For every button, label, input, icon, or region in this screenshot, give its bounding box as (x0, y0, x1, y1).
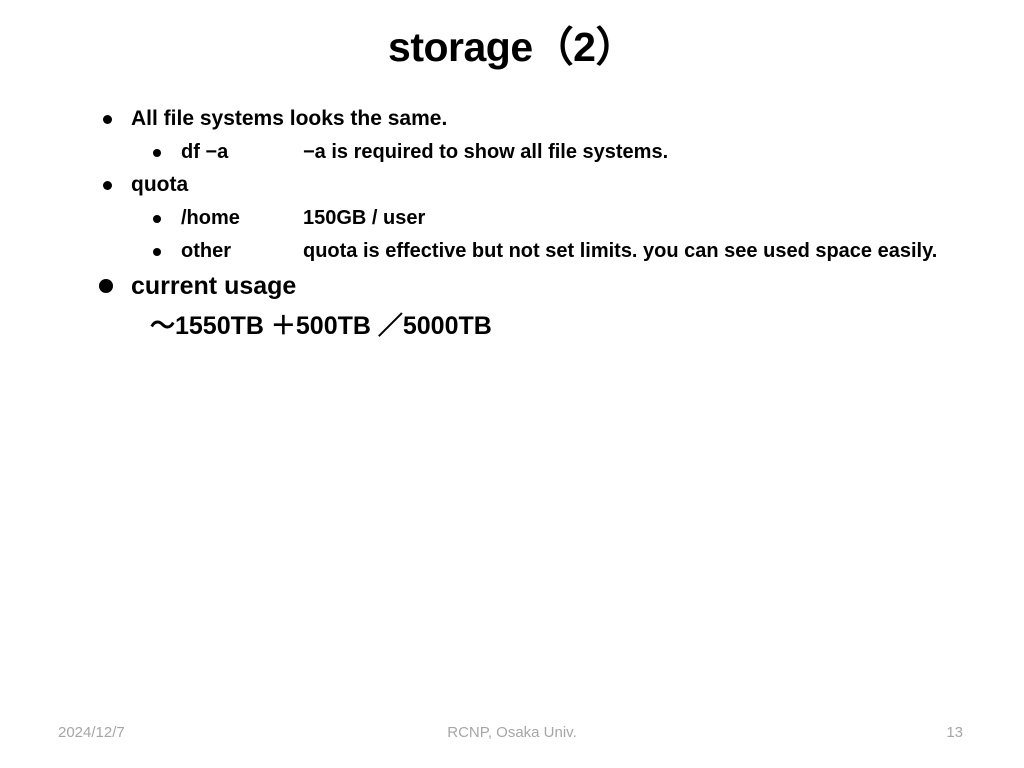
list-item-label: /home (181, 207, 240, 229)
list-item-label: quota (131, 173, 189, 196)
page-title: storage（2） (388, 24, 636, 70)
list-item-detail: 150GB / user (303, 207, 426, 229)
list-item-label: current usage (131, 272, 297, 300)
usage-figures-text: ～1550TB ＋500TB ／5000TB (150, 312, 492, 340)
list-item: quota (0, 170, 1024, 203)
list-item-label: All file systems looks the same. (131, 107, 448, 130)
list-item-current-usage: current usage (0, 269, 1024, 309)
footer-page-number: 13 (946, 724, 963, 741)
usage-figures-row: ～1550TB ＋500TB ／5000TB (0, 309, 1024, 349)
list-item: other quota is effective but not set lim… (0, 236, 1024, 269)
bullet-dot-icon (99, 279, 113, 293)
list-item-label: other (181, 240, 231, 262)
bullet-dot-icon (103, 181, 112, 190)
list-item-detail: quota is effective but not set limits. y… (303, 240, 938, 262)
list-item: /home 150GB / user (0, 203, 1024, 236)
bullet-dot-icon (103, 115, 112, 124)
bullet-dot-icon (153, 149, 161, 157)
list-item: All file systems looks the same. (0, 104, 1024, 137)
list-item-detail: −a is required to show all file systems. (303, 141, 669, 163)
bullet-dot-icon (153, 215, 161, 223)
slide: storage（2） All file systems looks the sa… (0, 0, 1024, 768)
list-item-label: df −a (181, 141, 229, 163)
bullet-dot-icon (153, 248, 161, 256)
footer-organization: RCNP, Osaka Univ. (447, 724, 577, 741)
list-item: df −a −a is required to show all file sy… (0, 137, 1024, 170)
bullet-list: All file systems looks the same. df −a −… (0, 104, 1024, 349)
slide-footer: 2024/12/7 RCNP, Osaka Univ. 13 (0, 720, 1024, 750)
